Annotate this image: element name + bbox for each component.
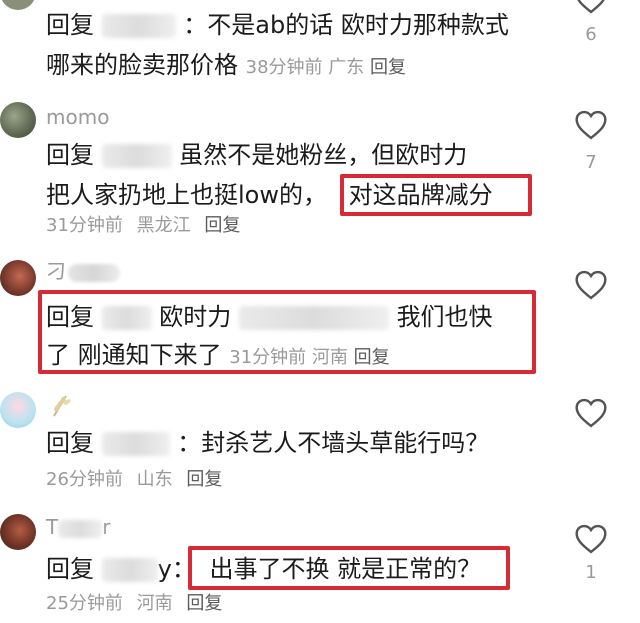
redacted-username <box>101 14 176 38</box>
comment-text-line: 回复 虽然不是她粉丝，但欧时力 <box>46 138 467 172</box>
reply-prefix: 回复 <box>46 429 94 457</box>
username[interactable]: 刁 <box>46 260 66 282</box>
redacted-username <box>68 264 120 282</box>
highlight-box <box>340 174 532 216</box>
comment-time: 38分钟前 <box>245 57 323 78</box>
comment-time: 26分钟前 <box>46 469 123 490</box>
redacted-username <box>101 432 170 456</box>
heart-outline-icon <box>575 110 607 140</box>
comment-text-line: 哪来的脸卖那价格 38分钟前 广东 回复 <box>46 48 406 85</box>
comment-location: 河南 <box>136 593 173 614</box>
highlight-box <box>38 290 536 374</box>
redacted-username <box>101 144 172 168</box>
comment-text-line: 回复 ：不是ab的话 欧时力那种款式 <box>46 8 509 42</box>
heart-outline-icon <box>575 398 607 428</box>
avatar[interactable] <box>0 392 36 428</box>
comment-text: 哪来的脸卖那价格 <box>46 51 238 79</box>
comment-text: ：封杀艺人不墙头草能行吗？ <box>177 429 490 457</box>
comment-text: 虽然不是她粉丝，但欧时力 <box>179 141 468 169</box>
comment-3: 刁 回复 欧时力 我们也快 了 刚通知下来了 31分钟前 河南 回复 <box>0 258 640 378</box>
comment-location: 广东 <box>328 57 365 78</box>
like-count: 1 <box>585 562 597 583</box>
comment-meta: 25分钟前 河南 回复 <box>46 592 230 616</box>
username[interactable]: Tr <box>46 516 110 538</box>
username[interactable]: momo <box>46 106 109 128</box>
avatar[interactable] <box>0 260 36 296</box>
comment-2: momo 回复 虽然不是她粉丝，但欧时力 把人家扔地上也挺low的， 对这品牌减… <box>0 96 640 246</box>
avatar[interactable] <box>0 102 36 138</box>
comment-5: Tr 回复 y： 出事了不换 就是正常的？ 25分钟前 河南 回复 1 <box>0 510 640 623</box>
like-button[interactable] <box>574 0 608 18</box>
wheat-icon <box>48 392 74 418</box>
like-button[interactable] <box>574 398 608 428</box>
reply-prefix: 回复 <box>46 141 94 169</box>
avatar[interactable] <box>0 0 36 10</box>
heart-outline-icon <box>575 270 607 300</box>
reply-button[interactable]: 回复 <box>186 593 222 614</box>
username-text: T <box>46 515 59 539</box>
redacted-username <box>101 558 158 582</box>
comment-location: 黑龙江 <box>136 215 191 236</box>
highlight-box <box>188 546 510 590</box>
heart-outline-icon <box>577 0 605 14</box>
reply-button[interactable]: 回复 <box>370 57 406 78</box>
reply-prefix: 回复 <box>46 11 94 39</box>
comment-text-line: 回复 ：封杀艺人不墙头草能行吗？ <box>46 426 489 460</box>
like-count: 7 <box>585 152 597 173</box>
reply-button[interactable]: 回复 <box>186 469 222 490</box>
comment-meta: 38分钟前 广东 回复 <box>246 57 406 78</box>
like-button[interactable]: 1 <box>574 524 608 584</box>
like-count: 6 <box>585 24 597 45</box>
comment-meta: 31分钟前 黑龙江 回复 <box>46 214 248 238</box>
comment-location: 山东 <box>136 469 173 490</box>
reply-button[interactable]: 回复 <box>204 215 240 236</box>
avatar[interactable] <box>0 514 36 550</box>
redacted-username <box>58 519 103 538</box>
reply-prefix: 回复 <box>46 555 94 583</box>
comment-meta: 26分钟前 山东 回复 <box>46 468 230 492</box>
heart-outline-icon <box>575 524 607 554</box>
comment-1: 回复 ：不是ab的话 欧时力那种款式 哪来的脸卖那价格 38分钟前 广东 回复 … <box>0 0 640 90</box>
like-button[interactable]: 7 <box>574 110 608 174</box>
username-text: r <box>102 515 111 539</box>
comment-4: 回复 ：封杀艺人不墙头草能行吗？ 26分钟前 山东 回复 <box>0 388 640 498</box>
comment-text: ：不是ab的话 欧时力那种款式 <box>183 11 509 39</box>
comment-time: 25分钟前 <box>46 593 123 614</box>
like-button[interactable] <box>574 270 608 300</box>
comment-time: 31分钟前 <box>46 215 123 236</box>
comment-text: 把人家扔地上也挺low的， <box>46 181 327 209</box>
